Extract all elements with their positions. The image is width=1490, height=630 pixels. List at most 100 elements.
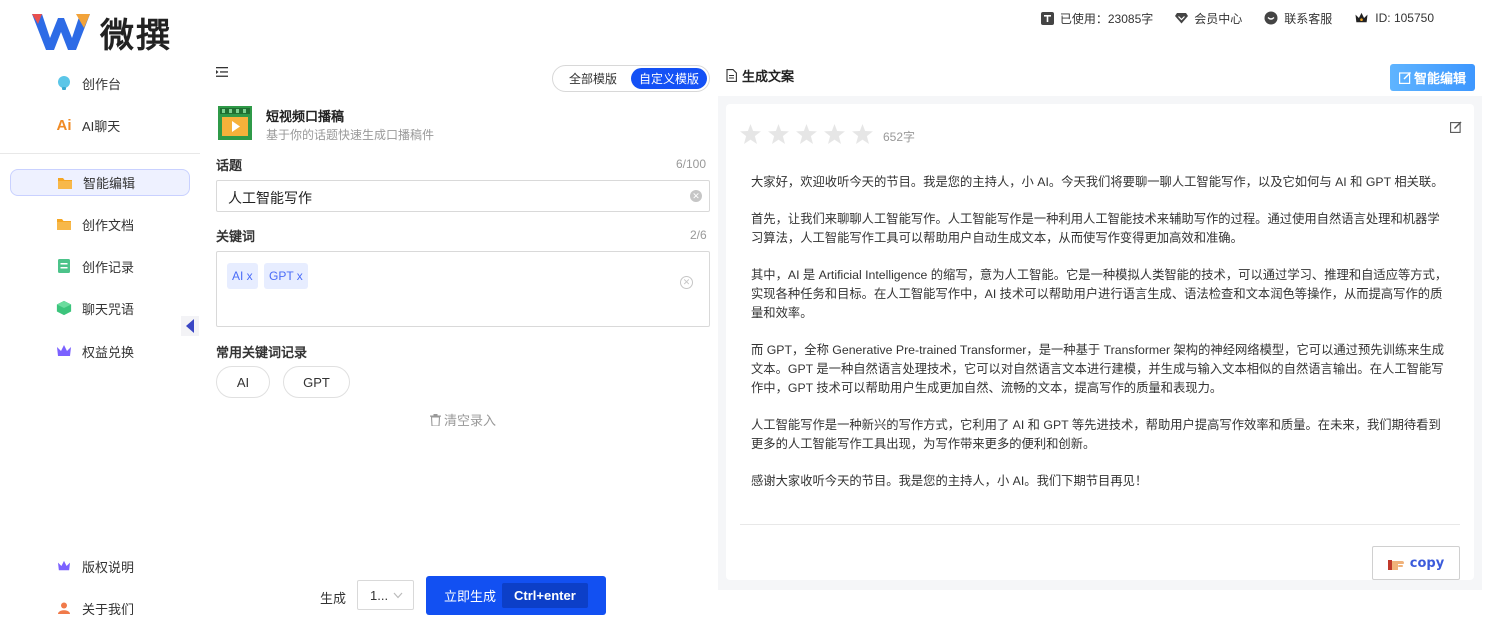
- sidebar-item-records[interactable]: 创作记录: [10, 253, 190, 279]
- lightbulb-icon: [56, 75, 72, 91]
- edit-icon[interactable]: [1450, 121, 1462, 133]
- tab-custom-templates[interactable]: 自定义模版: [631, 68, 707, 89]
- sidebar-item-copyright[interactable]: 版权说明: [10, 553, 190, 579]
- text-t-icon: [1040, 11, 1054, 25]
- history-keyword-ai[interactable]: AI: [216, 366, 270, 398]
- crown-icon: [56, 343, 72, 359]
- article-paragraph: 首先，让我们来聊聊人工智能写作。人工智能写作是一种利用人工智能技术来辅助写作的过…: [751, 212, 1440, 245]
- clear-topic-icon[interactable]: ✕: [690, 190, 702, 202]
- brand-name: 微撰: [100, 15, 172, 56]
- sidebar-item-label: 创作文档: [82, 217, 135, 233]
- sidebar-item-label: 创作记录: [82, 259, 135, 275]
- generate-button[interactable]: 立即生成 Ctrl+enter: [426, 576, 606, 615]
- article-paragraph: 而 GPT，全称 Generative Pre-trained Transfor…: [751, 343, 1445, 395]
- output-divider: [740, 524, 1460, 525]
- document-icon: [726, 69, 737, 82]
- sidebar-item-label: 智能编辑: [83, 176, 136, 191]
- article-paragraph: 大家好，欢迎收听今天的节目。我是您的主持人，小 AI。今天我们将要聊一聊人工智能…: [751, 175, 1444, 189]
- member-center-link[interactable]: 会员中心: [1175, 10, 1242, 27]
- diamond-icon: [1175, 13, 1189, 24]
- sidebar-item-prompts[interactable]: 聊天咒语: [10, 295, 190, 321]
- generated-article: 大家好，欢迎收听今天的节目。我是您的主持人，小 AI。今天我们将要聊一聊人工智能…: [751, 173, 1451, 509]
- word-count: 652字: [883, 130, 916, 144]
- copy-label: copy: [1409, 555, 1445, 571]
- ai-icon: Ai: [56, 116, 72, 134]
- star-icon[interactable]: [740, 124, 761, 144]
- sidebar-collapse-button[interactable]: [181, 316, 199, 336]
- usage-indicator: 已使用：23085字: [1040, 10, 1154, 27]
- sidebar-item-label: 权益兑换: [82, 344, 135, 360]
- sidebar-item-documents[interactable]: 创作文档: [10, 211, 190, 237]
- output-title: 生成文案: [742, 69, 795, 84]
- rating-stars[interactable]: [740, 124, 873, 144]
- app-root: 微撰 创作台 Ai AI聊天 智能编辑 创作文档 创作记录 聊天咒语 权益兑换 …: [0, 0, 1490, 630]
- keyword-tag[interactable]: GPT x: [264, 263, 308, 289]
- topic-input[interactable]: 人工智能写作 ✕: [216, 180, 710, 212]
- logo-w-icon: [32, 14, 90, 50]
- collapse-left-icon: [186, 319, 194, 333]
- clear-history-label: 清空录入: [444, 413, 497, 428]
- generate-count-label: 生成: [320, 591, 347, 606]
- support-link[interactable]: 联系客服: [1264, 10, 1332, 27]
- output-header: 生成文案: [726, 66, 794, 85]
- star-icon[interactable]: [824, 124, 845, 144]
- usage-text: 已使用：23085字: [1059, 11, 1154, 26]
- star-icon[interactable]: [796, 124, 817, 144]
- keywords-count: 2/6: [690, 228, 707, 242]
- topic-char-count: 6/100: [676, 157, 707, 171]
- tool-description: 基于你的话题快速生成口播稿件: [266, 128, 435, 142]
- document-icon: [56, 258, 72, 274]
- keywords-label: 关键词: [216, 229, 256, 244]
- video-clapper-icon: [218, 106, 252, 140]
- smart-edit-label: 智能编辑: [1413, 71, 1466, 86]
- tool-title: 短视频口播稿: [266, 109, 345, 124]
- chevron-down-icon: [393, 592, 403, 599]
- keyword-tag[interactable]: AI x: [227, 263, 258, 289]
- user-id: ID: 105750: [1354, 11, 1434, 25]
- sidebar-item-label: 关于我们: [82, 601, 135, 617]
- keywords-input[interactable]: AI x GPT x ✕: [216, 251, 710, 327]
- top-bar: 已使用：23085字 会员中心 联系客服 ID: 105750: [1040, 8, 1434, 28]
- history-label: 常用关键词记录: [216, 345, 308, 360]
- star-icon[interactable]: [768, 124, 789, 144]
- sidebar-item-about[interactable]: 关于我们: [10, 595, 190, 621]
- sidebar-item-redeem[interactable]: 权益兑换: [10, 338, 190, 364]
- generate-button-label: 立即生成: [444, 589, 497, 604]
- history-keyword-gpt[interactable]: GPT: [283, 366, 350, 398]
- folder-icon: [56, 216, 72, 232]
- brand-logo[interactable]: 微撰: [30, 10, 172, 56]
- topic-label: 话题: [216, 158, 243, 173]
- smart-edit-button[interactable]: 智能编辑: [1390, 64, 1475, 91]
- template-toggle: 全部模版 自定义模版: [552, 65, 710, 92]
- folder-icon: [57, 175, 73, 191]
- sidebar-item-ai-chat[interactable]: Ai AI聊天: [10, 112, 190, 138]
- user-icon: [56, 600, 72, 616]
- sidebar: 微撰 创作台 Ai AI聊天 智能编辑 创作文档 创作记录 聊天咒语 权益兑换 …: [0, 0, 200, 630]
- crown-icon: [56, 558, 72, 574]
- sidebar-divider: [0, 153, 200, 154]
- topic-input-value: 人工智能写作: [228, 190, 312, 206]
- star-icon[interactable]: [852, 124, 873, 144]
- user-id-text: ID: 105750: [1375, 11, 1434, 25]
- sidebar-item-label: 版权说明: [82, 559, 135, 575]
- support-label: 联系客服: [1284, 11, 1333, 26]
- menu-indent-icon[interactable]: [216, 66, 228, 78]
- sidebar-item-label: 创作台: [82, 76, 122, 92]
- member-center-label: 会员中心: [1194, 11, 1243, 26]
- sidebar-item-smart-edit[interactable]: 智能编辑: [10, 169, 190, 196]
- generate-count-select[interactable]: 1...: [357, 580, 414, 610]
- tab-all-templates[interactable]: 全部模版: [555, 68, 631, 89]
- sidebar-item-workbench[interactable]: 创作台: [10, 70, 190, 96]
- sidebar-item-label: 聊天咒语: [82, 301, 135, 317]
- article-paragraph: 人工智能写作是一种新兴的写作方式，它利用了 AI 和 GPT 等先进技术，帮助用…: [751, 418, 1441, 451]
- trash-icon: [430, 413, 441, 426]
- chat-bubble-icon: [1264, 11, 1278, 25]
- clear-history-button[interactable]: 清空录入: [430, 410, 496, 429]
- sidebar-item-label: AI聊天: [82, 118, 121, 134]
- crown-icon: [1355, 12, 1368, 23]
- generate-shortcut: Ctrl+enter: [502, 583, 588, 608]
- copy-button[interactable]: copy: [1372, 546, 1460, 580]
- cube-icon: [56, 300, 72, 316]
- clear-keywords-icon[interactable]: ✕: [680, 276, 693, 289]
- article-paragraph: 其中，AI 是 Artificial Intelligence 的缩写，意为人工…: [751, 268, 1448, 320]
